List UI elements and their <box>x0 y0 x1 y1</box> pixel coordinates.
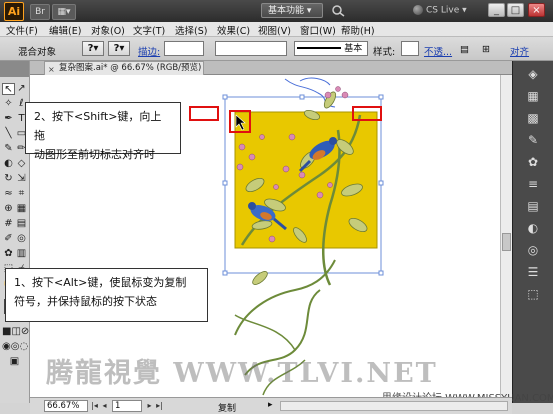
artboards-icon[interactable]: ⬚ <box>525 287 541 301</box>
appearance-icon[interactable]: ◎ <box>525 243 541 257</box>
transparency-icon[interactable]: ◐ <box>525 221 541 235</box>
fill-swatch[interactable]: ?▾ <box>82 41 104 56</box>
color-mode-icons[interactable]: ■◫⊘ <box>2 326 29 338</box>
isolate-icon[interactable]: ⊞ <box>482 44 490 55</box>
cs-live-icon <box>413 5 423 15</box>
workspace-switcher[interactable]: 基本功能 ▾ <box>261 3 323 18</box>
search-icon[interactable] <box>331 4 345 17</box>
maximize-button[interactable]: □ <box>507 3 524 17</box>
swatches-icon[interactable]: ▩ <box>525 111 541 125</box>
callout-step-2-line-2: 动图形至前切标志对齐时 <box>34 148 155 161</box>
selection-mode-label: 混合对象 <box>18 47 57 58</box>
blend-tool-icon[interactable]: ◎ <box>15 233 28 245</box>
pen-tool-icon[interactable]: ✒ <box>2 113 15 125</box>
perspective-grid-tool-icon[interactable]: ▦ <box>15 203 28 215</box>
style-label: 样式: <box>373 47 396 58</box>
align-link[interactable]: 对齐 <box>510 44 529 58</box>
direct-selection-tool-icon[interactable]: ↗ <box>15 83 28 95</box>
mesh-tool-icon[interactable]: # <box>2 218 15 230</box>
magic-wand-tool-icon[interactable]: ✧ <box>2 98 15 110</box>
app-logo: Ai <box>4 2 24 21</box>
menu-type[interactable]: 文字(T) <box>133 23 165 37</box>
prev-page-icon[interactable]: ◂ <box>100 400 109 412</box>
free-transform-tool-icon[interactable]: ⌗ <box>15 188 28 200</box>
menu-effect[interactable]: 效果(C) <box>217 23 250 37</box>
menu-edit[interactable]: 编辑(E) <box>49 23 81 37</box>
status-tool-name: 复制 <box>218 404 237 414</box>
vertical-scroll-thumb[interactable] <box>502 233 511 251</box>
first-page-icon[interactable]: |◂ <box>90 400 99 412</box>
warp-tool-icon[interactable]: ≈ <box>2 188 15 200</box>
blob-brush-tool-icon[interactable]: ◐ <box>2 158 15 170</box>
zoom-field[interactable]: 66.67% <box>44 400 88 412</box>
minimize-button[interactable]: _ <box>488 3 505 17</box>
close-button[interactable]: × <box>528 3 545 17</box>
status-bar: 66.67% |◂ ◂ 1 ▸ ▸| 复制 ▸ <box>30 397 512 414</box>
menu-view[interactable]: 视图(V) <box>258 23 291 37</box>
layers-icon[interactable]: ☰ <box>525 265 541 279</box>
document-tab-strip: × 复杂图案.ai* @ 66.67% (RGB/预览) <box>30 61 553 75</box>
menu-window[interactable]: 窗口(W) <box>300 23 336 37</box>
scale-tool-icon[interactable]: ⇲ <box>15 173 28 185</box>
recolor-icon[interactable]: ▤ <box>460 44 469 55</box>
vertical-scrollbar[interactable] <box>500 75 512 397</box>
eyedropper-tool-icon[interactable]: ✐ <box>2 233 15 245</box>
callout-step-1-line-2: 符号，并保持鼠标的按下状态 <box>14 295 157 308</box>
bridge-button[interactable]: Br <box>30 4 50 20</box>
draw-mode-icons[interactable]: ◉◎◌ <box>2 341 28 353</box>
selection-tool-icon[interactable]: ↖ <box>2 83 15 95</box>
title-bar: Ai Br ▦▾ 基本功能 ▾ CS Live ▾ _ □ × <box>0 0 553 22</box>
eraser-tool-icon[interactable]: ◇ <box>15 158 28 170</box>
variable-width-profile[interactable] <box>215 41 287 56</box>
cs-live-menu[interactable]: CS Live ▾ <box>413 5 467 16</box>
arrange-docs-button[interactable]: ▦▾ <box>52 4 76 20</box>
color-panel-icon[interactable]: ◈ <box>525 67 541 81</box>
next-page-icon[interactable]: ▸ <box>145 400 154 412</box>
last-page-icon[interactable]: ▸| <box>155 400 164 412</box>
menu-object[interactable]: 对象(O) <box>91 23 125 37</box>
callout-step-2: 2、按下<Shift>键，向上拖 动图形至前切标志对齐时 <box>25 102 181 161</box>
gradient-tool-icon[interactable]: ▤ <box>15 218 28 230</box>
graph-tool-icon[interactable]: ▥ <box>15 248 28 260</box>
screen-mode-icon[interactable]: ▣ <box>8 356 21 368</box>
status-menu-icon[interactable]: ▸ <box>268 400 273 410</box>
watermark-main: 腾龍視覺 WWW.TLVI.NET <box>46 358 438 389</box>
horizontal-scrollbar[interactable] <box>280 401 508 411</box>
vine-lower <box>234 259 336 336</box>
tools-panel-header[interactable] <box>0 61 29 77</box>
stroke-weight-field[interactable] <box>164 41 204 56</box>
panel-dock: ◈ ▦ ▩ ✎ ✿ ≡ ▤ ◐ ◎ ☰ ⬚ <box>512 61 553 403</box>
rotate-tool-icon[interactable]: ↻ <box>2 173 15 185</box>
paintbrush-tool-icon[interactable]: ✎ <box>2 143 15 155</box>
document-tab[interactable]: × 复杂图案.ai* @ 66.67% (RGB/预览) <box>44 61 204 75</box>
shape-builder-tool-icon[interactable]: ⊕ <box>2 203 15 215</box>
brush-definition-label: 基本 <box>344 44 363 54</box>
brushes-icon[interactable]: ✎ <box>525 133 541 147</box>
menu-bar: 文件(F) 编辑(E) 对象(O) 文字(T) 选择(S) 效果(C) 视图(V… <box>0 22 553 37</box>
color-guide-icon[interactable]: ▦ <box>525 89 541 103</box>
callout-step-2-line-1: 2、按下<Shift>键，向上拖 <box>34 110 162 142</box>
line-tool-icon[interactable]: ╲ <box>2 128 15 140</box>
stroke-swatch[interactable]: ?▾ <box>108 41 130 56</box>
callout-step-1: 1、按下<Alt>键，使鼠标变为复制 符号，并保持鼠标的按下状态 <box>5 268 208 322</box>
control-bar: 混合对象 ?▾ ?▾ 描边: 基本 样式: 不透... ▤ ⊞ 对齐 <box>0 37 553 61</box>
document-title: 复杂图案.ai* @ 66.67% (RGB/预览) <box>59 63 202 73</box>
page-field[interactable]: 1 <box>112 400 142 412</box>
brush-definition[interactable]: 基本 <box>294 41 368 56</box>
callout-step-1-line-1: 1、按下<Alt>键，使鼠标变为复制 <box>14 276 187 289</box>
stroke-label[interactable]: 描边: <box>138 44 160 58</box>
graphic-style-swatch[interactable] <box>401 41 419 56</box>
menu-select[interactable]: 选择(S) <box>175 23 207 37</box>
symbols-icon[interactable]: ✿ <box>525 155 541 169</box>
cs-live-label: CS Live ▾ <box>426 5 467 16</box>
stroke-icon[interactable]: ≡ <box>525 177 541 191</box>
gradient-icon[interactable]: ▤ <box>525 199 541 213</box>
symbol-sprayer-tool-icon[interactable]: ✿ <box>2 248 15 260</box>
menu-file[interactable]: 文件(F) <box>6 23 38 37</box>
opacity-link[interactable]: 不透... <box>424 44 452 58</box>
menu-help[interactable]: 帮助(H) <box>341 23 375 37</box>
